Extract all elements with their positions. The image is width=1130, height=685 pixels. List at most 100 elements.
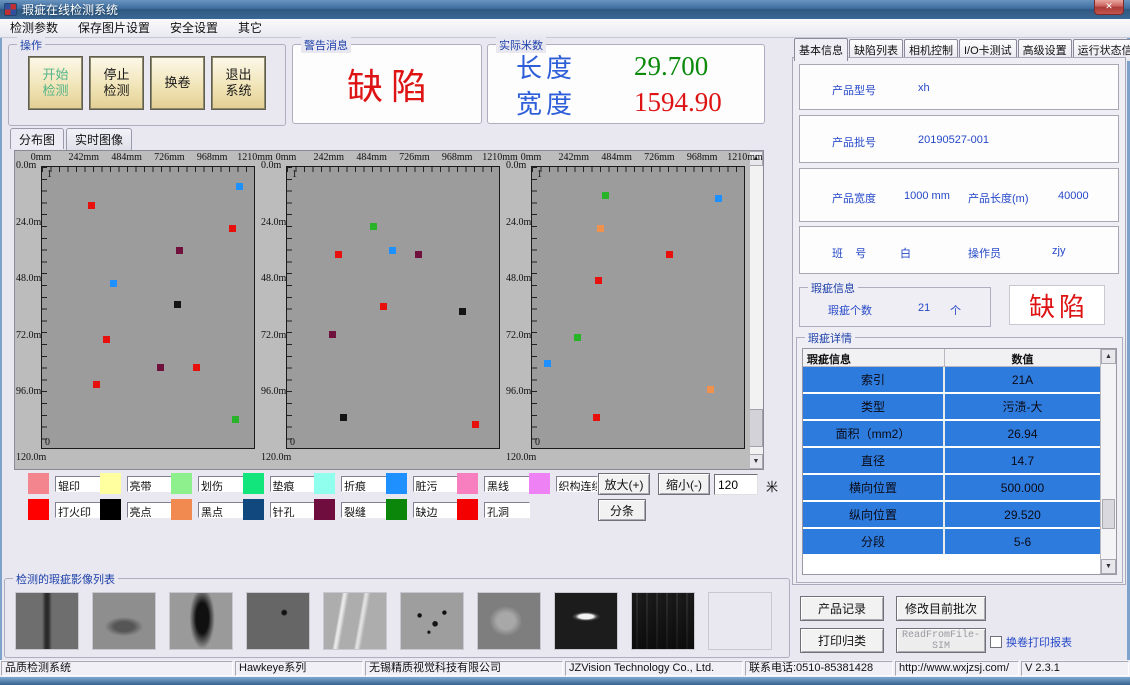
table-scroll-down-icon[interactable]: ▼ bbox=[1101, 559, 1116, 574]
defect-thumbnail-10[interactable] bbox=[708, 592, 772, 650]
chart-plot-2[interactable] bbox=[286, 166, 500, 449]
defect-point-green[interactable] bbox=[232, 416, 239, 423]
defect-point-red[interactable] bbox=[380, 303, 387, 310]
legend-label[interactable]: 划伤 bbox=[198, 476, 244, 492]
table-scrollbar[interactable]: ▲ ▼ bbox=[1100, 349, 1116, 574]
defect-point-red[interactable] bbox=[93, 381, 100, 388]
defect-point-blue[interactable] bbox=[236, 183, 243, 190]
right-tab-1[interactable]: 基本信息 bbox=[794, 38, 848, 61]
table-row-5[interactable]: 横向位置500.000 bbox=[803, 475, 1116, 502]
defect-point-black[interactable] bbox=[340, 414, 347, 421]
legend-label[interactable]: 垫痕 bbox=[270, 476, 316, 492]
chart-scroll-down-icon[interactable]: ▼ bbox=[749, 454, 763, 469]
menu-item-4[interactable]: 其它 bbox=[228, 19, 272, 37]
defect-point-blue[interactable] bbox=[389, 247, 396, 254]
defect-point-black[interactable] bbox=[459, 308, 466, 315]
defect-thumbnail-5[interactable] bbox=[323, 592, 387, 650]
defect-point-maroon[interactable] bbox=[157, 364, 164, 371]
zoom-out-button[interactable]: 缩小(-) bbox=[658, 473, 710, 495]
zoom-in-button[interactable]: 放大(+) bbox=[598, 473, 650, 495]
shift-value: 白 bbox=[900, 245, 911, 261]
table-row-4[interactable]: 直径14.7 bbox=[803, 448, 1116, 475]
defect-point-red[interactable] bbox=[593, 414, 600, 421]
defect-point-red[interactable] bbox=[193, 364, 200, 371]
defect-point-blue[interactable] bbox=[544, 360, 551, 367]
y-axis-tick-label: 72.0m bbox=[261, 330, 291, 341]
defect-thumbnail-8[interactable] bbox=[554, 592, 618, 650]
legend-label[interactable]: 辊印 bbox=[55, 476, 101, 492]
plot-index-top: 1 bbox=[47, 169, 52, 180]
defect-point-orange[interactable] bbox=[707, 386, 714, 393]
table-scroll-thumb[interactable] bbox=[1102, 499, 1115, 529]
menu-item-2[interactable]: 保存图片设置 bbox=[68, 19, 160, 37]
op-button-2[interactable]: 停止 检测 bbox=[90, 57, 143, 109]
product-record-button[interactable]: 产品记录 bbox=[800, 596, 884, 621]
legend-label[interactable]: 打火印 bbox=[55, 502, 101, 518]
chart-scroll-thumb[interactable] bbox=[749, 409, 763, 447]
table-row-2[interactable]: 类型污渍-大 bbox=[803, 394, 1116, 421]
split-button[interactable]: 分条 bbox=[598, 499, 646, 521]
print-classify-button[interactable]: 打印归类 bbox=[800, 628, 884, 653]
op-button-4[interactable]: 退出 系统 bbox=[212, 57, 265, 109]
defect-point-blue[interactable] bbox=[110, 280, 117, 287]
defect-point-red[interactable] bbox=[229, 225, 236, 232]
table-scroll-up-icon[interactable]: ▲ bbox=[1101, 349, 1116, 364]
defect-point-green[interactable] bbox=[602, 192, 609, 199]
defect-point-red[interactable] bbox=[595, 277, 602, 284]
table-row-7[interactable]: 分段5-6 bbox=[803, 529, 1116, 556]
view-tab-1[interactable]: 分布图 bbox=[10, 128, 64, 149]
menu-item-1[interactable]: 检测参数 bbox=[0, 19, 68, 37]
legend-label[interactable]: 织构连续 bbox=[556, 476, 598, 492]
defect-point-green[interactable] bbox=[370, 223, 377, 230]
defect-point-green[interactable] bbox=[574, 334, 581, 341]
table-row-1[interactable]: 索引21A bbox=[803, 367, 1116, 394]
defect-point-blue[interactable] bbox=[715, 195, 722, 202]
defect-thumbnail-1[interactable] bbox=[15, 592, 79, 650]
legend-label[interactable]: 黑点 bbox=[198, 502, 244, 518]
close-button[interactable]: ✕ bbox=[1094, 0, 1124, 15]
meter-range-input[interactable] bbox=[714, 474, 758, 495]
read-from-file-button[interactable]: ReadFromFile-SIM bbox=[896, 628, 986, 653]
table-row-3[interactable]: 面积（mm2）26.94 bbox=[803, 421, 1116, 448]
defect-thumbnail-2[interactable] bbox=[92, 592, 156, 650]
legend-label[interactable]: 折痕 bbox=[341, 476, 387, 492]
legend-label[interactable]: 裂缝 bbox=[341, 502, 387, 518]
defect-point-red[interactable] bbox=[88, 202, 95, 209]
defect-point-maroon[interactable] bbox=[329, 331, 336, 338]
product-model-box: 产品型号 xh bbox=[799, 64, 1119, 110]
defect-point-maroon[interactable] bbox=[176, 247, 183, 254]
menu-item-3[interactable]: 安全设置 bbox=[160, 19, 228, 37]
table-row-6[interactable]: 纵向位置29.520 bbox=[803, 502, 1116, 529]
view-tab-2[interactable]: 实时图像 bbox=[66, 128, 132, 151]
legend-swatch bbox=[28, 499, 49, 520]
defect-thumbnail-4[interactable] bbox=[246, 592, 310, 650]
legend-label[interactable]: 脏污 bbox=[413, 476, 459, 492]
legend-label[interactable]: 黑线 bbox=[484, 476, 530, 492]
chart-plot-1[interactable] bbox=[41, 166, 255, 449]
legend-label[interactable]: 缺边 bbox=[413, 502, 459, 518]
legend-label[interactable]: 亮带 bbox=[127, 476, 173, 492]
defect-point-red[interactable] bbox=[472, 421, 479, 428]
defect-point-red[interactable] bbox=[335, 251, 342, 258]
chart-scrollbar[interactable]: ▲ ▼ bbox=[748, 151, 763, 469]
chart-plot-3[interactable] bbox=[531, 166, 745, 449]
y-axis-tick-label: 96.0m bbox=[506, 386, 536, 397]
print-report-checkbox[interactable] bbox=[990, 636, 1002, 648]
modify-batch-button[interactable]: 修改目前批次 bbox=[896, 596, 986, 621]
defect-thumbnail-9[interactable] bbox=[631, 592, 695, 650]
defect-thumbnail-7[interactable] bbox=[477, 592, 541, 650]
legend-label[interactable]: 针孔 bbox=[270, 502, 316, 518]
basic-info-panel: 产品型号 xh 产品批号 20190527-001 产品宽度 1000 mm 产… bbox=[792, 57, 1126, 585]
op-button-3[interactable]: 换卷 bbox=[151, 57, 204, 109]
op-button-1[interactable]: 开始 检测 bbox=[29, 57, 82, 109]
defect-point-red[interactable] bbox=[666, 251, 673, 258]
defect-point-red[interactable] bbox=[103, 336, 110, 343]
defect-point-orange[interactable] bbox=[597, 225, 604, 232]
defect-thumbnail-3[interactable] bbox=[169, 592, 233, 650]
legend-label[interactable]: 孔洞 bbox=[484, 502, 530, 518]
legend-label[interactable]: 亮点 bbox=[127, 502, 173, 518]
defect-thumbnail-6[interactable] bbox=[400, 592, 464, 650]
status-segment-1: 品质检测系统 bbox=[1, 661, 233, 676]
defect-point-maroon[interactable] bbox=[415, 251, 422, 258]
defect-point-black[interactable] bbox=[174, 301, 181, 308]
